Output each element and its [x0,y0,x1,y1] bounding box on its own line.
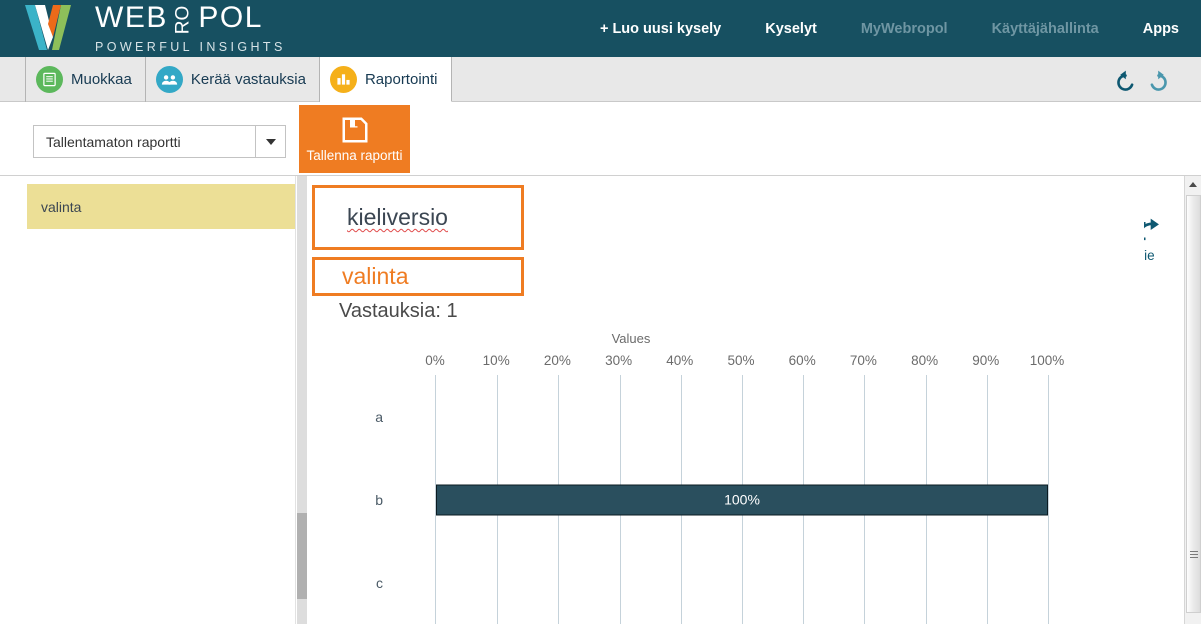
top-brand-bar: WEB RO POL POWERFUL INSIGHTS + Luo uusi ky… [0,0,1201,57]
chart-tick-label: 70% [849,353,877,368]
sidebar-item-label: valinta [41,198,82,215]
chart-tick-label: 90% [972,353,1000,368]
nav-item-luo-uusi-kysely[interactable]: + Luo uusi kysely [578,21,743,37]
brand-name-part2: POL [198,0,263,34]
question-title-box[interactable]: kieliversio [312,185,524,250]
chart-category-label: b [375,491,383,508]
tab-label-raportointi: Raportointi [364,70,438,88]
question-subtitle: valinta [342,263,409,289]
tab-muokkaa[interactable]: Muokkaa [26,57,146,102]
save-report-label: Tallenna raportti [306,148,403,163]
chart-category-label: c [376,574,383,591]
brand-tagline: POWERFUL INSIGHTS [95,39,286,54]
page-scrollbar[interactable] [1184,176,1201,624]
tab-keraa-vastauksia[interactable]: Kerää vastauksia [146,57,320,102]
undo-icon[interactable] [1113,68,1137,92]
chart-tick-label: 20% [543,353,571,368]
scrollbar-grip-icon [1189,551,1198,558]
chevron-down-icon[interactable] [255,126,285,157]
inner-scrollbar-track[interactable] [297,176,307,624]
top-navigation: + Luo uusi kysely Kyselyt MyWebropol Käy… [578,0,1201,57]
webropol-logo[interactable]: WEB RO POL POWERFUL INSIGHTS [23,2,286,54]
tab-list: Muokkaa Kerää vastauksia Raportointi [25,57,452,102]
brand-text: WEB RO POL POWERFUL INSIGHTS [95,0,286,54]
chart-tick-label: 0% [425,353,445,368]
floppy-disk-icon [342,117,367,143]
tab-raportointi[interactable]: Raportointi [319,57,452,102]
tab-strip: Muokkaa Kerää vastauksia Raportointi [0,57,1201,102]
redo-icon[interactable] [1147,68,1171,92]
webropol-w-logo-icon [25,5,71,50]
chart-tick-label: 30% [605,353,633,368]
chart-tick-label: 80% [911,353,939,368]
tab-label-muokkaa: Muokkaa [71,71,132,88]
chart-x-ticks: 0% 10% 20% 30% 40% 50% 60% 70% 80% 90% 100% [425,353,1064,371]
page-title: kieliversio [347,204,448,230]
chart-tick-label: 100% [1029,353,1065,368]
brand-name-part1: WEB [95,0,168,34]
chart-bar-value: 100% [724,491,760,508]
report-select[interactable]: Tallentamaton raportti [33,125,286,158]
report-content: kieliversio valinta Vastauksia: 1 Values… [308,176,1144,624]
nav-item-kayttajahallinta[interactable]: Käyttäjähallinta [970,21,1121,37]
chart-tick-label: 50% [727,353,755,368]
inner-scrollbar-thumb[interactable] [297,513,307,599]
chart-tick-label: 60% [788,353,816,368]
document-icon [36,66,63,93]
report-toolbar: Tallentamaton raportti Suodata [0,102,1201,263]
chart-bar[interactable]: 100% [436,484,1048,515]
nav-item-kyselyt[interactable]: Kyselyt [743,21,839,37]
save-report-button[interactable]: Tallenna raportti [299,105,410,173]
bar-chart: Values 0% 10% 20% 30% 40% 50% 60% 70% 80% 90% 100%… [308,331,1144,624]
brand-name-rotated: RO [172,5,194,34]
chart-axis-title: Values [611,331,651,346]
response-count: Vastauksia: 1 [339,300,458,322]
tab-label-keraa-vastauksia: Kerää vastauksia [190,71,306,88]
sidebar-item-valinta[interactable]: valinta [27,184,295,229]
undo-redo-group [1113,57,1171,102]
brand-name: WEB RO POL [95,0,286,37]
bar-chart-icon [329,65,357,93]
question-sidebar: valinta [0,176,296,624]
chart-tick-label: 10% [482,353,510,368]
chart-gridline [1048,375,1049,624]
question-subtitle-box[interactable]: valinta [312,257,524,296]
nav-item-mywebropol[interactable]: MyWebropol [839,21,970,37]
report-select-value: Tallentamaton raportti [46,133,181,150]
chart-plot-area: a b 100% c [375,375,1049,624]
nav-item-apps[interactable]: Apps [1121,21,1201,37]
chart-category-label: a [375,408,383,425]
scroll-up-arrow-icon[interactable] [1185,176,1201,193]
people-icon [155,66,183,93]
chart-tick-label: 40% [666,353,694,368]
page-scrollbar-thumb[interactable] [1186,195,1201,613]
